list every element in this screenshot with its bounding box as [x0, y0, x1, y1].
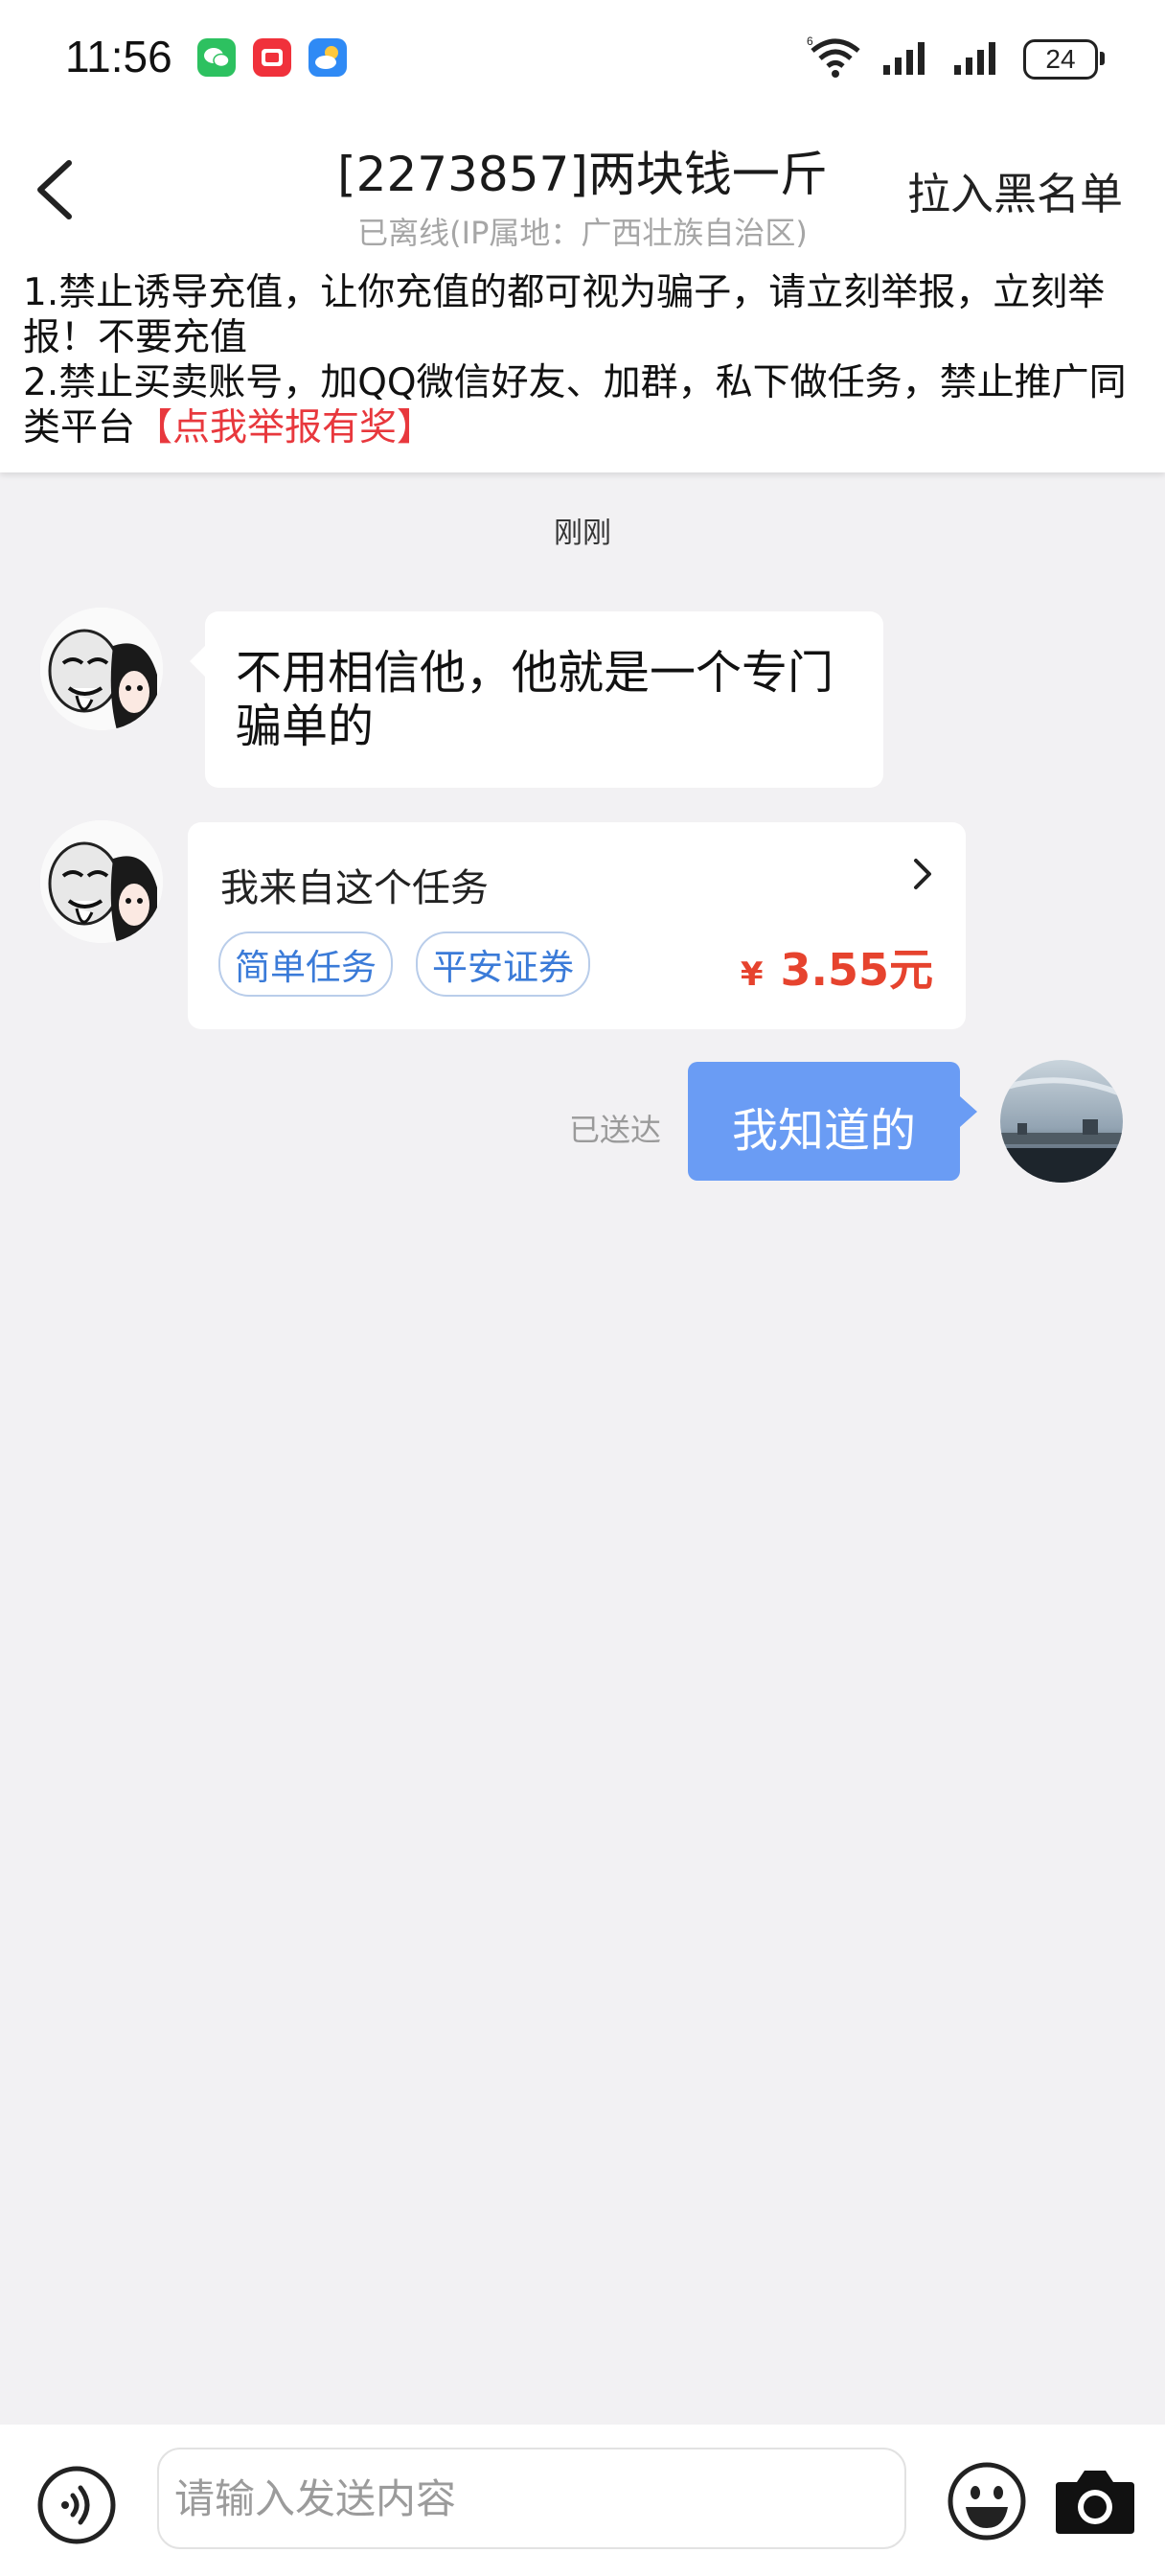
- voice-button[interactable]: [36, 2465, 117, 2545]
- camera-button[interactable]: [1054, 2461, 1136, 2540]
- chat-title: [2273857]两块钱一斤: [337, 147, 828, 202]
- voice-icon: [37, 2466, 116, 2544]
- notice-line-2: 2.禁止买卖账号，加QQ微信好友、加群，私下做任务，禁止推广同类平台【点我举报有…: [23, 360, 1144, 450]
- wechat-icon: [197, 38, 236, 77]
- rules-notice: 1.禁止诱导充值，让你充值的都可视为骗子，请立刻举报，立刻举报！不要充值 2.禁…: [23, 270, 1144, 450]
- svg-text:6: 6: [807, 34, 813, 48]
- chevron-right-icon: [908, 855, 937, 893]
- wifi-icon: 6: [807, 34, 864, 85]
- red-app-icon: [253, 38, 291, 77]
- status-indicators: 6 24: [807, 33, 1105, 86]
- input-bar: [0, 2425, 1165, 2576]
- message-text: 不用相信他，他就是一个专门骗单的: [236, 646, 834, 753]
- message-text: 我知道的: [731, 1104, 916, 1158]
- avatar[interactable]: [40, 608, 163, 730]
- delivery-status: 已送达: [569, 1112, 662, 1148]
- price-amount: 3.55元: [780, 944, 934, 996]
- time-separator: 刚刚: [554, 517, 611, 550]
- task-tag: 平安证券: [416, 932, 590, 997]
- camera-icon: [1056, 2471, 1134, 2534]
- report-link[interactable]: 【点我举报有奖】: [135, 406, 434, 449]
- battery-icon: 24: [1023, 39, 1105, 80]
- online-status: 已离线(IP属地：广西壮族自治区): [357, 215, 808, 251]
- blacklist-button[interactable]: 拉入黑名单: [907, 159, 1123, 221]
- notice-line-1: 1.禁止诱导充值，让你充值的都可视为骗子，请立刻举报，立刻举报！不要充值: [23, 271, 1106, 359]
- task-price: ¥3.55元: [741, 935, 933, 999]
- chevron-left-icon: [37, 160, 72, 219]
- message-input[interactable]: [157, 2448, 906, 2549]
- status-time: 11:56: [65, 32, 172, 81]
- smiley-icon: [948, 2462, 1026, 2541]
- message-bubble-sent[interactable]: 我知道的: [688, 1062, 977, 1181]
- task-card-label: 我来自这个任务: [220, 866, 489, 910]
- signal-icon-2: [952, 38, 1006, 80]
- weather-icon: [308, 38, 347, 77]
- top-panel: 11:56 6 24 [2273857]两块钱一斤 已离线(IP属地：广西壮族自…: [0, 0, 1165, 472]
- emoji-button[interactable]: [947, 2461, 1027, 2542]
- currency-symbol: ¥: [740, 955, 764, 994]
- avatar[interactable]: [40, 820, 163, 943]
- task-card[interactable]: 我来自这个任务 简单任务 平安证券 ¥3.55元: [188, 822, 966, 1029]
- signal-icon: [881, 38, 935, 80]
- task-tag: 简单任务: [218, 932, 393, 997]
- back-button[interactable]: [27, 155, 84, 224]
- message-bubble-received[interactable]: 不用相信他，他就是一个专门骗单的: [190, 611, 883, 788]
- my-avatar[interactable]: [1000, 1060, 1123, 1183]
